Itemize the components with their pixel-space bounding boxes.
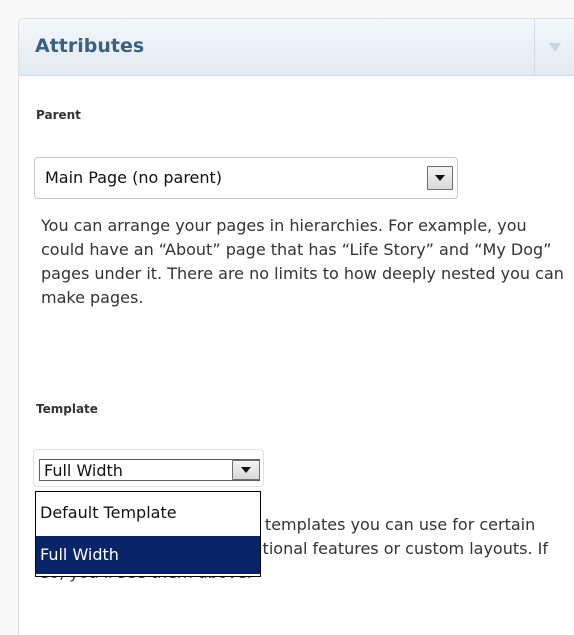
triangle-down-icon bbox=[549, 43, 561, 52]
template-select-field[interactable]: Full Width bbox=[39, 459, 260, 481]
parent-select-value: Main Page (no parent) bbox=[45, 168, 223, 187]
panel-header[interactable]: Attributes bbox=[19, 19, 574, 76]
parent-select[interactable]: Main Page (no parent) bbox=[34, 157, 458, 199]
chevron-down-icon bbox=[241, 467, 251, 473]
template-select-value: Full Width bbox=[44, 461, 123, 480]
dropdown-option-default-template[interactable]: Default Template bbox=[36, 494, 260, 532]
template-label: Template bbox=[36, 402, 98, 416]
chevron-down-icon bbox=[435, 175, 445, 181]
panel-title: Attributes bbox=[35, 35, 145, 57]
template-select-dropdown-button[interactable] bbox=[232, 460, 260, 480]
template-dropdown-list: Default Template Full Width bbox=[35, 491, 261, 577]
attributes-panel: Attributes Parent Main Page (no parent) … bbox=[18, 18, 574, 635]
parent-label: Parent bbox=[36, 108, 81, 122]
parent-select-dropdown-button[interactable] bbox=[427, 166, 453, 190]
template-select[interactable]: Full Width bbox=[33, 449, 264, 487]
parent-help-text: You can arrange your pages in hierarchie… bbox=[41, 216, 564, 307]
dropdown-option-full-width[interactable]: Full Width bbox=[36, 536, 260, 574]
collapse-toggle-button[interactable] bbox=[535, 19, 574, 75]
